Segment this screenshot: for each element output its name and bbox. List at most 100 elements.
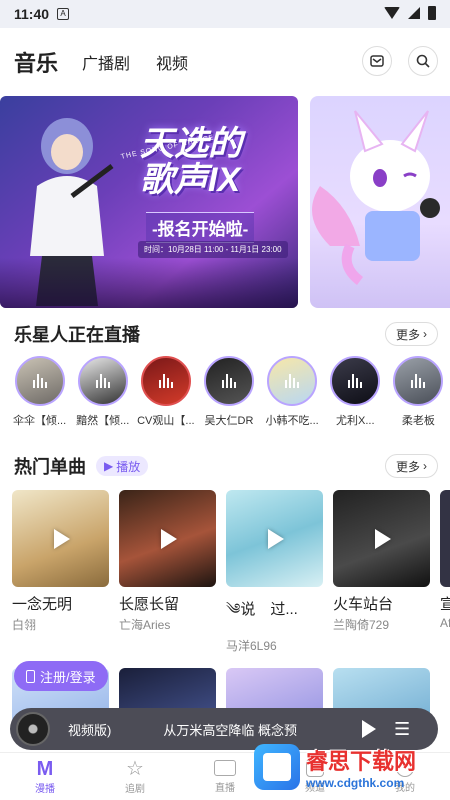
- battery-icon: [428, 6, 436, 20]
- search-icon: [416, 54, 430, 68]
- live-equalizer-icon: [95, 374, 110, 388]
- live-equalizer-icon: [411, 374, 426, 388]
- manbo-logo-icon: M: [36, 758, 54, 780]
- song-artist: 白翎: [12, 618, 37, 632]
- song-title: 长愿长留: [119, 596, 180, 613]
- play-icon[interactable]: [160, 528, 177, 549]
- signal-icon: [408, 7, 420, 19]
- live-name: CV观山【...: [137, 415, 195, 427]
- live-equalizer-icon: [285, 374, 300, 388]
- live-avatar: [203, 356, 254, 406]
- watermark-text: 睿思下载网 www.cdgthk.com: [306, 744, 416, 790]
- star-icon: ☆: [126, 758, 144, 780]
- mail-icon: [370, 55, 384, 67]
- song-cover: [226, 490, 323, 587]
- play-icon[interactable]: [53, 528, 70, 549]
- song-card[interactable]: 长愿长留 亡海Aries: [119, 490, 216, 654]
- live-item[interactable]: 伞伞【倾...: [8, 356, 71, 428]
- song-artist: 马洋6L96: [226, 639, 277, 653]
- login-label: 注册/登录: [40, 669, 96, 685]
- hot-more-label: 更多: [395, 459, 420, 474]
- login-button[interactable]: 注册/登录: [14, 661, 108, 691]
- tab-music[interactable]: 音乐: [14, 46, 58, 78]
- live-item[interactable]: 黯然【倾...: [71, 356, 134, 428]
- tab-manbo[interactable]: M 漫播: [0, 753, 90, 800]
- live-name: 柔老板: [401, 415, 435, 427]
- song-cover: [333, 490, 430, 587]
- song-card[interactable]: 火车站台 兰陶倚729: [333, 490, 430, 654]
- song-card[interactable]: 一念无明 白翎: [12, 490, 109, 654]
- watermark: 睿思下载网 www.cdgthk.com: [254, 734, 450, 800]
- song-card[interactable]: 宣 Af: [440, 490, 450, 654]
- tab-label: 漫播: [35, 784, 55, 795]
- live-equalizer-icon: [32, 374, 47, 388]
- tab-label: 直播: [215, 782, 235, 794]
- live-item[interactable]: 吴大仁DR: [197, 356, 260, 428]
- banner-register-text: -报名开始啦-: [146, 212, 255, 243]
- live-equalizer-icon: [348, 374, 363, 388]
- live-more-button[interactable]: 更多 ›: [384, 322, 438, 346]
- chevron-right-icon: ›: [423, 327, 427, 341]
- fox-mascot-illustration: [312, 110, 440, 285]
- live-list: 伞伞【倾... 黯然【倾... CV观山【... 吴大仁DR 小韩不吃... 尤…: [0, 350, 450, 428]
- hot-section-title: 热门单曲: [14, 457, 86, 477]
- album-disc-icon: [16, 712, 50, 746]
- live-avatar: [14, 356, 65, 406]
- hot-section-header: 热门单曲 ▶ 播放 更多 ›: [0, 450, 450, 482]
- status-icons: [384, 6, 436, 20]
- banner-carousel[interactable]: 天选的 歌声IX THE SONG OF CHOICE -报名开始啦- 时间：1…: [0, 96, 450, 312]
- banner-fox-mascot[interactable]: [310, 96, 450, 308]
- live-item[interactable]: 小韩不吃...: [261, 356, 324, 428]
- phone-icon: [26, 669, 35, 683]
- status-bar: 11:40 A: [0, 0, 450, 28]
- song-card[interactable]: ༄说 过... 马洋6L96: [226, 490, 323, 654]
- play-all-button[interactable]: ▶ 播放: [96, 456, 149, 476]
- message-button[interactable]: [362, 46, 392, 76]
- song-artist: 兰陶倚729: [333, 618, 390, 632]
- watermark-title: 睿思下载网: [306, 749, 417, 774]
- live-name: 吴大仁DR: [204, 415, 254, 427]
- search-button[interactable]: [408, 46, 438, 76]
- banner-time: 时间：10月28日 11:00 - 11月1日 23:00: [138, 241, 288, 258]
- play-icon: ▶: [104, 459, 114, 473]
- hot-more-button[interactable]: 更多 ›: [384, 454, 438, 478]
- banner-title: 天选的 歌声IX: [140, 126, 290, 198]
- live-section-title: 乐星人正在直播: [14, 325, 140, 345]
- top-nav: 音乐 广播剧 视频: [0, 28, 450, 96]
- live-name: 尤利X...: [336, 415, 375, 427]
- play-icon[interactable]: [267, 528, 284, 549]
- banner-crowd-shade: [0, 258, 298, 308]
- live-avatar: [330, 356, 381, 406]
- live-item[interactable]: CV观山【...: [134, 356, 197, 428]
- tab-video[interactable]: 视频: [156, 50, 188, 74]
- watermark-logo-icon: [254, 744, 300, 790]
- tab-radio-drama[interactable]: 广播剧: [82, 50, 130, 74]
- song-cover: [12, 490, 109, 587]
- song-artist: 亡海Aries: [119, 618, 171, 632]
- song-title: 火车站台: [333, 596, 394, 613]
- play-all-label: 播放: [116, 459, 141, 474]
- song-title: 一念无明: [12, 596, 73, 613]
- banner-title-line2: 歌声IX: [140, 161, 241, 199]
- song-title: 宣: [440, 596, 450, 613]
- tv-icon: [214, 759, 236, 776]
- song-title: ༄说 过...: [226, 601, 298, 618]
- live-avatar: [393, 356, 444, 406]
- live-name: 小韩不吃...: [265, 415, 319, 427]
- status-time: 11:40: [14, 6, 50, 22]
- live-avatar: [140, 356, 191, 406]
- play-icon[interactable]: [374, 528, 391, 549]
- live-avatar: [267, 356, 318, 406]
- song-artist: Af: [440, 616, 450, 630]
- live-name: 伞伞【倾...: [12, 415, 67, 427]
- song-cover: [119, 490, 216, 587]
- live-more-label: 更多: [395, 327, 420, 342]
- watermark-url: www.cdgthk.com: [306, 776, 405, 790]
- live-item[interactable]: 柔老板: [387, 356, 450, 428]
- chevron-right-icon: ›: [423, 459, 427, 473]
- live-item[interactable]: 尤利X...: [324, 356, 387, 428]
- live-equalizer-icon: [158, 374, 173, 388]
- banner-song-of-choice[interactable]: 天选的 歌声IX THE SONG OF CHOICE -报名开始啦- 时间：1…: [0, 96, 298, 308]
- wifi-icon: [384, 7, 400, 19]
- tab-drama[interactable]: ☆ 追剧: [90, 753, 180, 800]
